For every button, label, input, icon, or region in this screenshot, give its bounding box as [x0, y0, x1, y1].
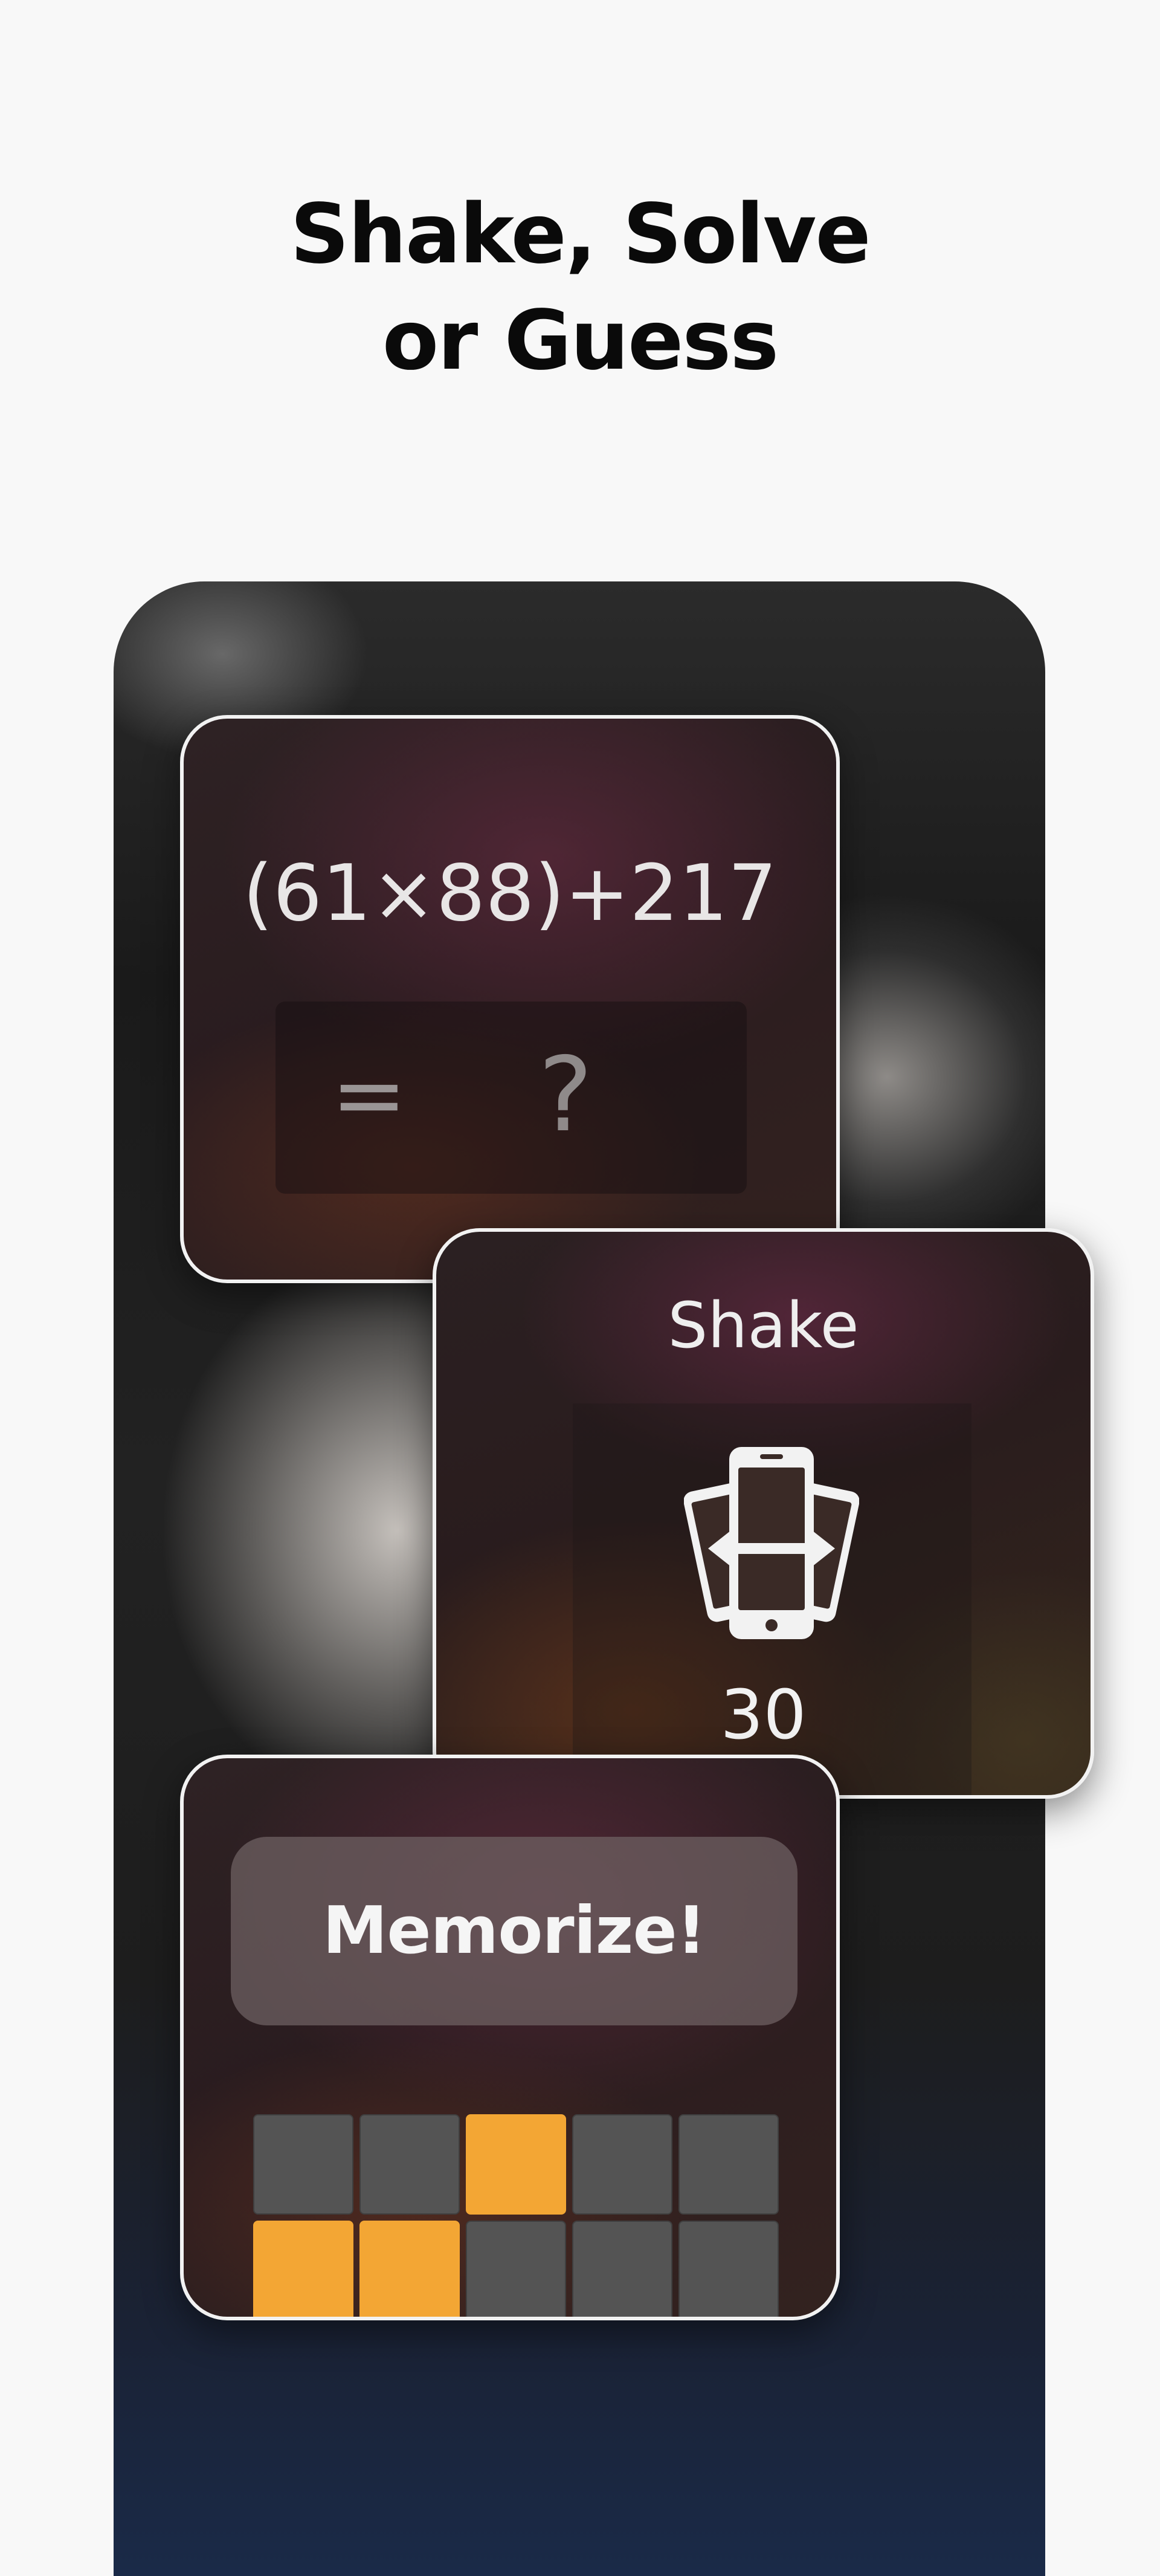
memory-grid: [253, 2114, 779, 2317]
memorize-button[interactable]: Memorize!: [231, 1837, 798, 2025]
phone-shake-icon: [684, 1447, 859, 1639]
memory-tile[interactable]: [359, 2114, 460, 2215]
memory-tile[interactable]: [678, 2114, 779, 2215]
math-puzzle-card: (61×88)+217 = ?: [180, 715, 840, 1283]
headline-line-1: Shake, Solve: [290, 187, 871, 282]
memory-tile[interactable]: [466, 2221, 566, 2317]
math-equation: (61×88)+217: [242, 849, 778, 939]
shake-count: 30: [720, 1676, 807, 1755]
memory-tile[interactable]: [466, 2114, 566, 2215]
memory-tile[interactable]: [572, 2114, 672, 2215]
shake-title: Shake: [668, 1289, 859, 1362]
equals-sign: =: [331, 1043, 407, 1148]
memory-tile[interactable]: [359, 2221, 460, 2317]
headline: Shake, Solve or Guess: [0, 181, 1160, 394]
answer-input[interactable]: = ?: [276, 1002, 747, 1194]
memory-tile[interactable]: [253, 2114, 353, 2215]
memory-card: Memorize!: [180, 1755, 840, 2320]
memory-tile[interactable]: [253, 2221, 353, 2317]
headline-line-2: or Guess: [382, 293, 779, 389]
answer-placeholder: ?: [538, 1035, 593, 1155]
shake-card: Shake 30: [433, 1228, 1094, 1799]
memory-tile[interactable]: [572, 2221, 672, 2317]
memory-tile[interactable]: [678, 2221, 779, 2317]
